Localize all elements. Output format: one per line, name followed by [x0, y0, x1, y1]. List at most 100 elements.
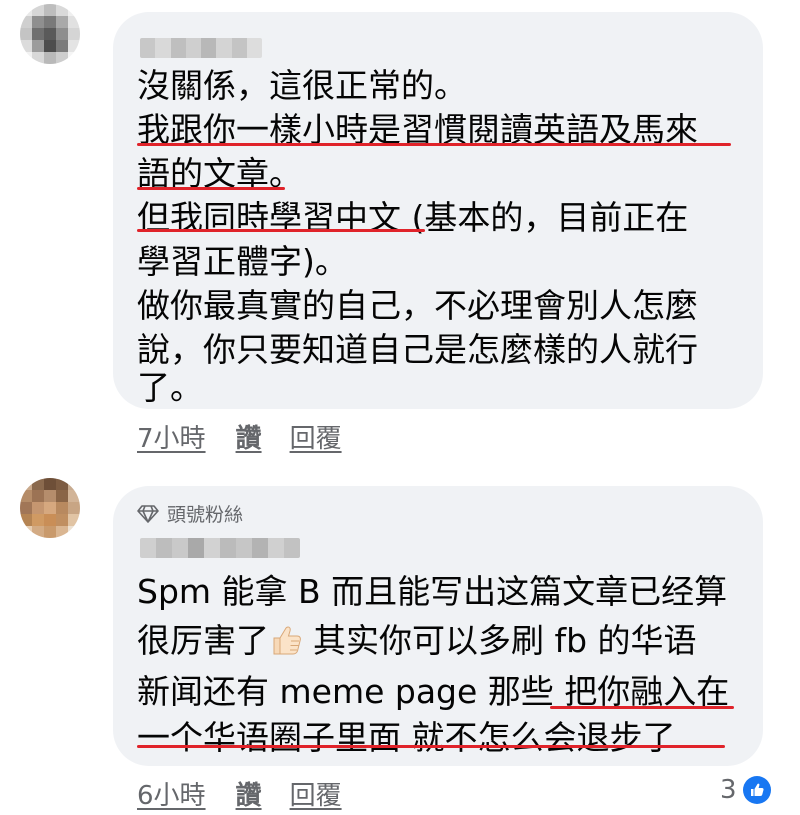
avatar-mosaic-tile: [56, 16, 68, 28]
avatar-mosaic-tile: [20, 514, 32, 526]
comment2-timestamp[interactable]: 6小時: [137, 775, 206, 812]
avatar-mosaic-tile: [20, 16, 32, 28]
comment1-line-7: 說，你只要知道自己是怎麼樣的人就行: [137, 330, 698, 369]
avatar-mosaic-tile: [32, 502, 44, 514]
avatar-mosaic-tile: [32, 4, 44, 16]
avatar-mosaic-tile: [32, 16, 44, 28]
avatar-mosaic-tile: [20, 28, 32, 40]
avatar-mosaic-tile: [32, 28, 44, 40]
comment2-line-2a: 很厉害了: [137, 621, 269, 660]
comment2-line-2b: 其实你可以多刷 fb 的华语: [313, 621, 697, 660]
avatar-mosaic-tile: [56, 502, 68, 514]
comment1-line-6: 做你最真實的自己，不必理會別人怎麼: [137, 286, 698, 325]
avatar-mosaic-tile: [20, 52, 32, 64]
comment2-reply-button[interactable]: 回覆: [290, 775, 342, 812]
avatar-mosaic-tile: [32, 514, 44, 526]
comment2-like-button[interactable]: 讚: [236, 775, 262, 812]
commenter-name-1-blurred[interactable]: [140, 38, 262, 58]
name-mosaic-tile: [188, 538, 204, 558]
name-mosaic-tile: [140, 38, 156, 58]
name-mosaic-tile: [204, 538, 220, 558]
comment1-actions: 7小時 讚 回覆: [137, 418, 342, 455]
name-mosaic-tile: [252, 538, 268, 558]
avatar-mosaic-tile: [68, 28, 80, 40]
name-mosaic-tile: [216, 38, 232, 58]
reaction-count: 3: [720, 775, 737, 805]
avatar-mosaic-tile: [44, 514, 56, 526]
avatar-mosaic-tile: [68, 40, 80, 52]
avatar-mosaic-tile: [32, 526, 44, 538]
avatar-mosaic-tile: [68, 514, 80, 526]
avatar-mosaic-tile: [44, 40, 56, 52]
name-mosaic-tile: [268, 538, 284, 558]
comment2-line-1: Spm 能拿 B 而且能写出这篇文章已经算: [137, 572, 728, 611]
name-mosaic-tile: [156, 538, 172, 558]
avatar-mosaic-tile: [20, 478, 32, 490]
avatar-mosaic-tile: [68, 4, 80, 16]
comment1-reply-button[interactable]: 回覆: [290, 418, 342, 455]
avatar-mosaic-tile: [68, 52, 80, 64]
avatar-mosaic-tile: [56, 4, 68, 16]
name-mosaic-tile: [201, 38, 217, 58]
name-mosaic-tile: [170, 38, 186, 58]
comment2-line-4: 一个华语圈子里面 就不怎么会退步了: [137, 718, 676, 757]
avatar-mosaic-tile: [56, 40, 68, 52]
comment1-line-1: 沒關係，這很正常的。: [137, 66, 467, 105]
avatar-mosaic-tile: [20, 502, 32, 514]
avatar-mosaic-tile: [68, 502, 80, 514]
avatar-mosaic-tile: [20, 490, 32, 502]
avatar-commenter-2[interactable]: [20, 478, 80, 538]
avatar-mosaic-tile: [44, 478, 56, 490]
top-fan-badge: 頭號粉絲: [137, 500, 243, 527]
avatar-mosaic-tile: [56, 490, 68, 502]
avatar-mosaic-tile: [44, 502, 56, 514]
avatar-mosaic-tile: [56, 28, 68, 40]
name-mosaic-tile: [172, 538, 188, 558]
reaction-summary[interactable]: 3: [720, 775, 771, 805]
avatar-mosaic-tile: [56, 52, 68, 64]
diamond-icon: [137, 504, 159, 523]
commenter-name-2-blurred[interactable]: [140, 538, 300, 558]
comment2-actions: 6小時 讚 回覆: [137, 775, 342, 812]
comment1-line-5: 學習正體字)。: [137, 242, 348, 281]
name-mosaic-tile: [155, 38, 171, 58]
avatar-mosaic-tile: [68, 478, 80, 490]
annotation-underline: [137, 229, 425, 232]
avatar-commenter-1[interactable]: [20, 4, 80, 64]
name-mosaic-tile: [236, 538, 252, 558]
avatar-mosaic-tile: [68, 16, 80, 28]
avatar-mosaic-tile: [32, 40, 44, 52]
avatar-mosaic-tile: [32, 478, 44, 490]
avatar-mosaic-tile: [44, 28, 56, 40]
name-mosaic-tile: [231, 38, 247, 58]
name-mosaic-tile: [246, 38, 262, 58]
avatar-mosaic-tile: [20, 526, 32, 538]
avatar-mosaic-tile: [20, 4, 32, 16]
annotation-underline: [137, 143, 731, 146]
annotation-underline: [137, 745, 725, 748]
avatar-mosaic-tile: [68, 490, 80, 502]
like-reaction-icon: [742, 776, 771, 804]
avatar-mosaic-tile: [44, 52, 56, 64]
avatar-mosaic-tile: [56, 526, 68, 538]
annotation-underline: [550, 706, 734, 709]
name-mosaic-tile: [284, 538, 300, 558]
thumbs-up-emoji: [273, 626, 301, 655]
avatar-mosaic-tile: [44, 490, 56, 502]
avatar-mosaic-tile: [20, 40, 32, 52]
annotation-underline: [137, 187, 285, 190]
comment2-line-2: 很厉害了 其实你可以多刷 fb 的华语: [137, 621, 697, 661]
comment1-line-8: 了。: [137, 368, 203, 407]
avatar-mosaic-tile: [44, 16, 56, 28]
avatar-mosaic-tile: [68, 526, 80, 538]
avatar-mosaic-tile: [32, 52, 44, 64]
comment1-like-button[interactable]: 讚: [236, 418, 262, 455]
name-mosaic-tile: [220, 538, 236, 558]
avatar-mosaic-tile: [56, 514, 68, 526]
name-mosaic-tile: [140, 538, 156, 558]
avatar-mosaic-tile: [56, 478, 68, 490]
comment1-timestamp[interactable]: 7小時: [137, 418, 206, 455]
name-mosaic-tile: [185, 38, 201, 58]
avatar-mosaic-tile: [32, 490, 44, 502]
comment1-line-4: 但我同時學習中文 (基本的，目前正在: [137, 198, 689, 237]
